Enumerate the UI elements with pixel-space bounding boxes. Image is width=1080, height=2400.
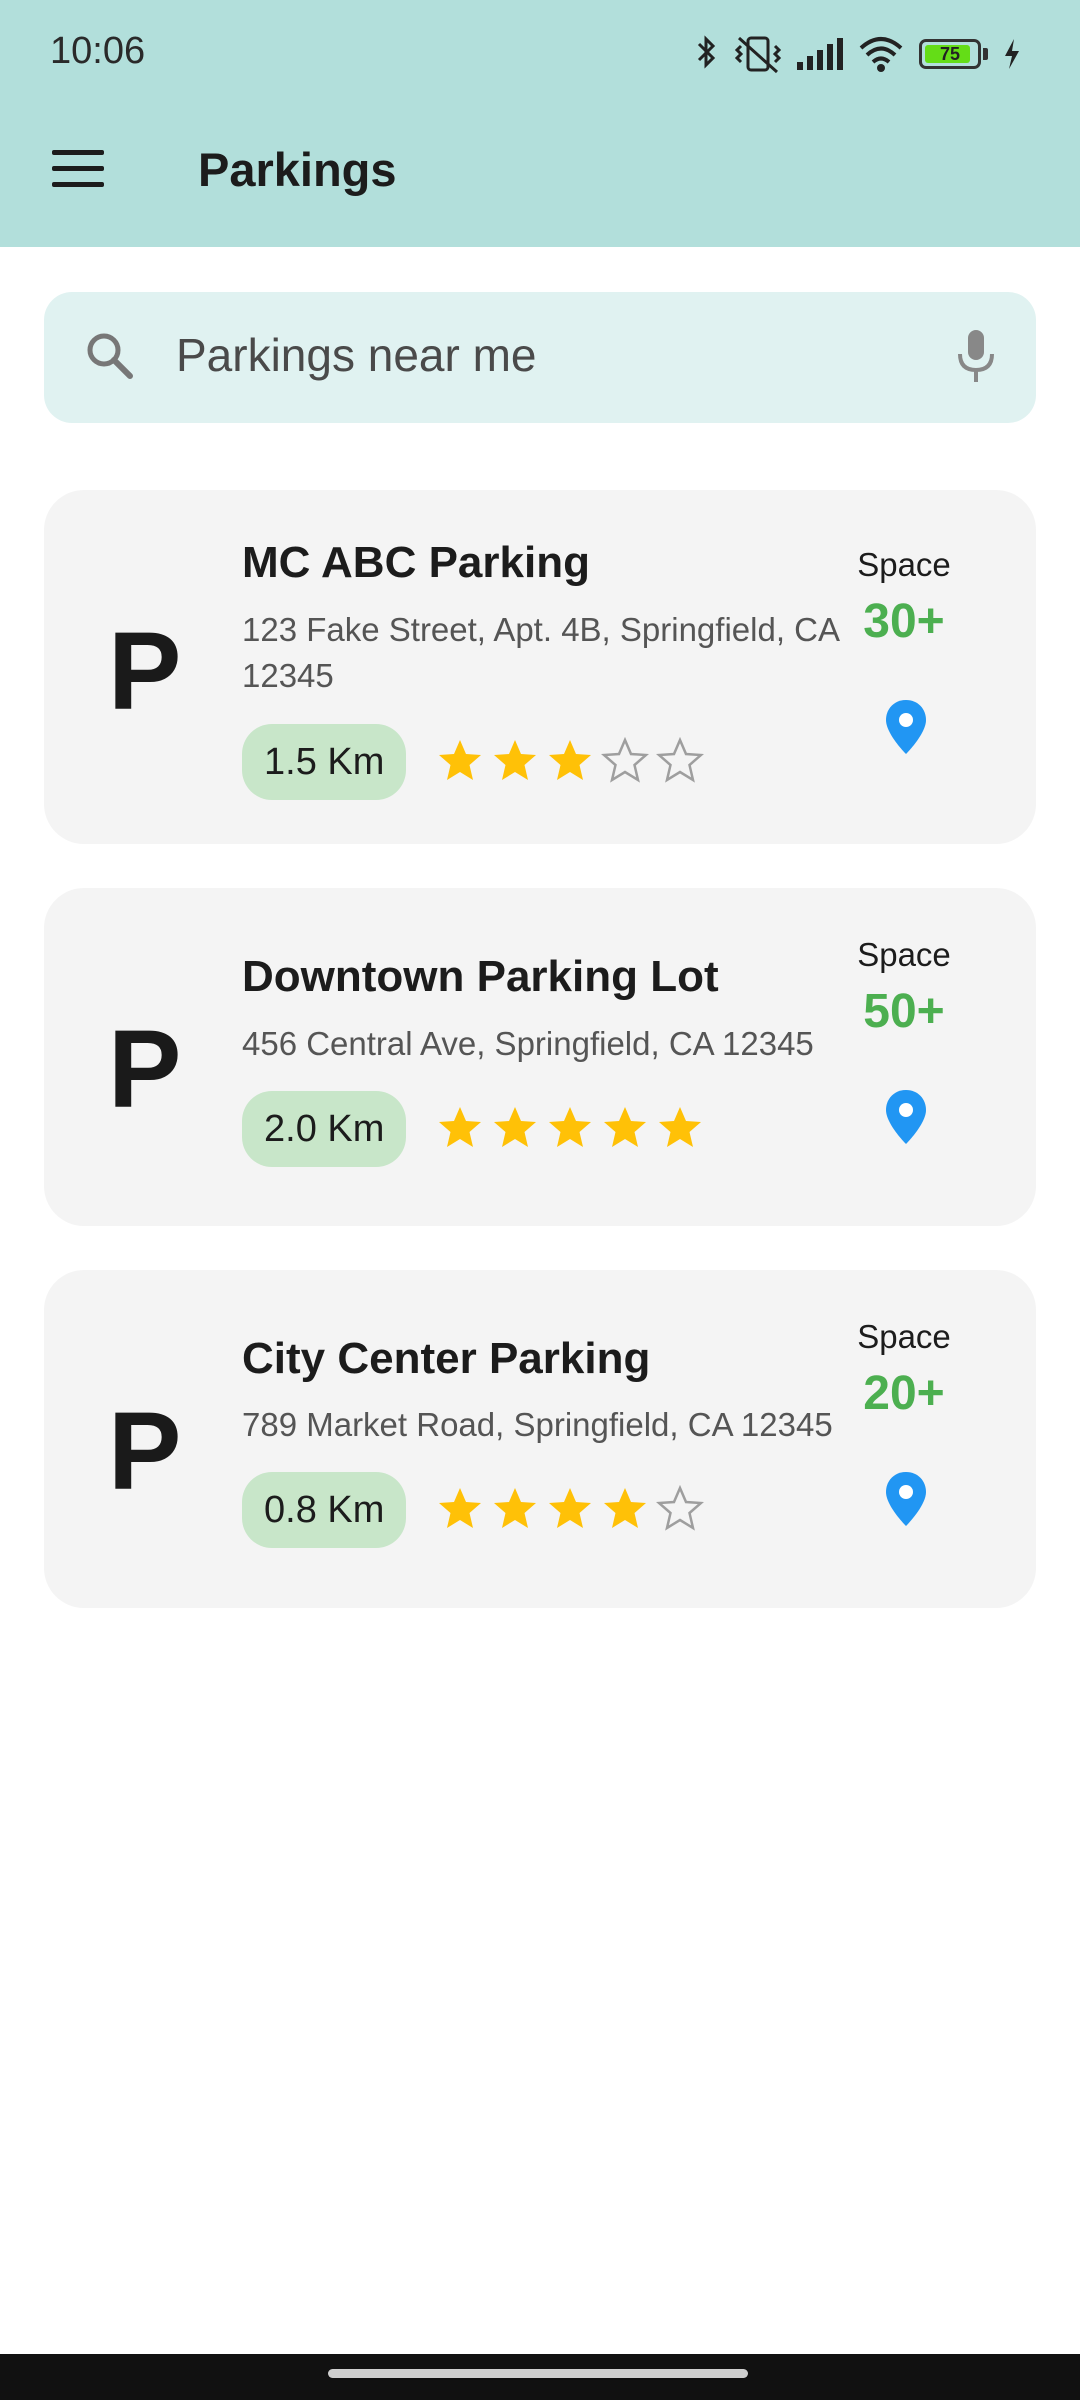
rating-stars	[436, 737, 704, 785]
search-input[interactable]: Parkings near me	[176, 328, 537, 382]
star-filled-icon	[604, 1488, 646, 1528]
parking-icon: P	[108, 610, 182, 733]
parking-icon: P	[108, 1390, 182, 1513]
status-time: 10:06	[50, 30, 146, 72]
star-filled-icon	[439, 740, 481, 780]
search-icon	[87, 333, 133, 379]
battery-level: 75	[939, 44, 961, 64]
star-filled-icon	[494, 1107, 536, 1147]
space-label: Space	[857, 936, 951, 973]
parking-card[interactable]: P Downtown Parking Lot 456 Central Ave, …	[44, 888, 1036, 1226]
star-filled-icon	[439, 1107, 481, 1147]
search-bar[interactable]: Parkings near me	[44, 292, 1036, 423]
location-pin-icon[interactable]	[884, 1470, 928, 1528]
space-value: 20+	[863, 1367, 945, 1420]
wifi-icon	[859, 37, 903, 72]
parking-name: City Center Parking	[242, 1334, 651, 1383]
parking-card[interactable]: P City Center Parking 789 Market Road, S…	[44, 1270, 1036, 1608]
space-label: Space	[857, 546, 951, 583]
parking-icon: P	[108, 1008, 182, 1131]
mic-icon[interactable]	[954, 326, 998, 386]
star-empty-icon	[656, 1485, 704, 1531]
star-filled-icon	[604, 1107, 646, 1147]
charging-icon	[1005, 39, 1019, 69]
star-filled-icon	[549, 740, 591, 780]
star-empty-icon	[601, 737, 649, 783]
location-pin-icon[interactable]	[884, 698, 928, 756]
space-value: 50+	[863, 985, 945, 1038]
parking-name: MC ABC Parking	[242, 538, 590, 587]
star-filled-icon	[494, 1488, 536, 1528]
distance-chip: 0.8 Km	[242, 1472, 407, 1548]
parking-address: 789 Market Road, Springfield, CA 12345	[242, 1406, 833, 1443]
bluetooth-icon	[697, 35, 716, 69]
app-bar: 10:06 75 Parkings	[0, 0, 1080, 247]
distance-chip: 2.0 Km	[242, 1091, 407, 1167]
location-pin-icon[interactable]	[884, 1088, 928, 1146]
space-label: Space	[857, 1318, 951, 1355]
battery-icon: 75	[919, 39, 981, 69]
rating-stars	[436, 1485, 704, 1533]
parking-address: 123 Fake Street, Apt. 4B, Springfield, C…	[242, 611, 839, 694]
home-handle[interactable]	[328, 2369, 748, 2378]
menu-icon[interactable]	[52, 150, 104, 190]
parking-name: Downtown Parking Lot	[242, 952, 719, 1001]
page-title: Parkings	[198, 143, 397, 196]
star-empty-icon	[656, 737, 704, 783]
rating-stars	[436, 1104, 704, 1152]
star-filled-icon	[659, 1107, 701, 1147]
parking-card[interactable]: P MC ABC Parking 123 Fake Street, Apt. 4…	[44, 490, 1036, 844]
star-filled-icon	[494, 740, 536, 780]
vibrate-icon	[735, 36, 781, 74]
signal-icon	[797, 38, 843, 70]
status-icons: 75	[693, 30, 1022, 78]
star-filled-icon	[549, 1488, 591, 1528]
star-filled-icon	[549, 1107, 591, 1147]
star-filled-icon	[439, 1488, 481, 1528]
system-nav-bar	[0, 2354, 1080, 2400]
distance-chip: 1.5 Km	[242, 724, 407, 800]
space-value: 30+	[863, 595, 945, 648]
parking-address: 456 Central Ave, Springfield, CA 12345	[242, 1025, 814, 1062]
